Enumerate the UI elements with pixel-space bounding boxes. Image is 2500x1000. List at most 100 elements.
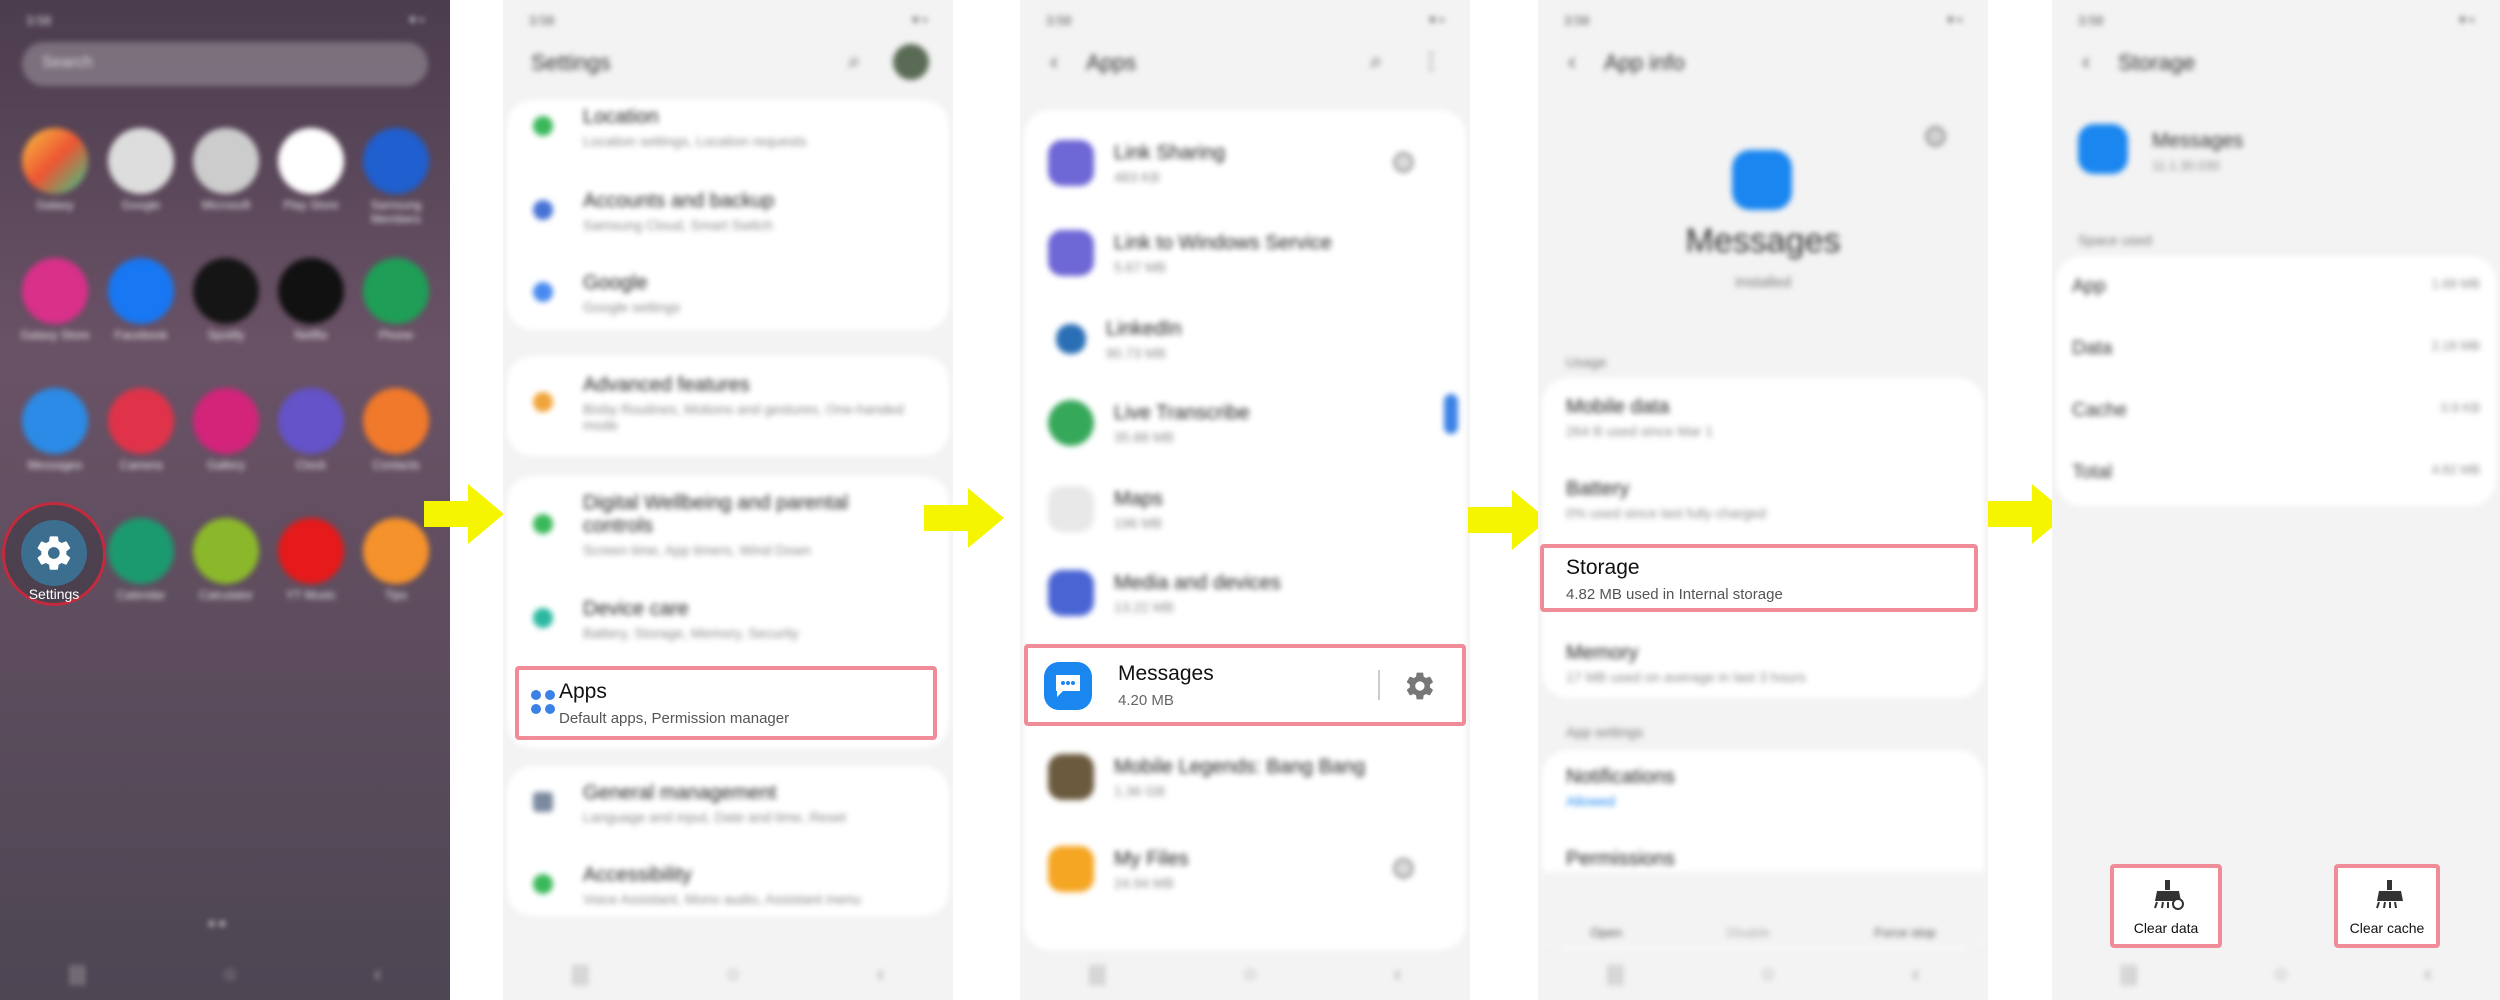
section-app-settings: App settings [1566,724,1644,740]
gear-icon[interactable] [1404,670,1436,702]
search-icon[interactable]: ⌕ [1370,48,1382,74]
app-item-live-transcribe[interactable]: Live Transcribe 35.88 MB [1020,400,1470,446]
row-label: Data [2072,338,2113,359]
clear-data-button[interactable]: Clear data [2110,864,2222,948]
app-google[interactable] [108,128,174,194]
home-icon[interactable]: ○ [1243,961,1256,987]
back-arrow-icon[interactable]: ‹ [1568,48,1576,76]
recents-icon[interactable]: ||| [2120,961,2137,987]
apps-screen: 3:58 ▾ ▪ ‹ Apps ⌕ ⋮ Link Sharing 483 KB ⚙ L… [1020,0,1470,1000]
settings-item-advanced[interactable]: Advanced features Bixby Routines, Motions… [503,374,953,433]
page-title: Apps [1086,50,1137,75]
app-play-store[interactable] [278,128,344,194]
back-icon[interactable]: ‹ [1394,961,1401,987]
item-label: Media and devices [1114,571,1281,594]
app-label: Google [121,198,161,212]
home-icon[interactable]: ○ [2274,961,2287,987]
app-phone[interactable] [363,258,429,324]
recents-icon[interactable]: ||| [1607,961,1624,987]
app-galaxy[interactable] [22,128,88,194]
app-contacts[interactable] [363,388,429,454]
link-sharing-icon [1048,140,1094,186]
permissions-item[interactable]: Permissions [1538,848,1988,871]
item-sub: Samsung Cloud, Smart Switch [583,217,773,233]
home-icon[interactable]: ○ [1761,961,1774,987]
search-icon[interactable]: ⌕ [848,48,860,74]
settings-item-accessibility[interactable]: Accessibility Voice Assistant, Mono audio… [503,864,953,907]
app-yt-music[interactable] [278,518,344,584]
settings-item-wellbeing[interactable]: Digital Wellbeing and parental controls S… [503,492,953,558]
more-icon[interactable]: ⋮ [1420,48,1442,74]
app-calculator[interactable] [193,518,259,584]
maps-icon [1048,486,1094,532]
app-facebook[interactable] [108,258,174,324]
memory-item[interactable]: Memory 17 MB used on average in last 3 ho… [1538,642,1988,685]
item-label: Digital Wellbeing and parental controls [583,492,849,537]
back-icon[interactable]: ‹ [374,961,381,987]
settings-gear-icon[interactable]: ⚙ [1922,120,1949,155]
battery-item[interactable]: Battery 0% used since last fully charged [1538,478,1988,521]
app-tips[interactable] [363,518,429,584]
force-stop-button[interactable]: Force stop [1874,925,1935,940]
recents-icon[interactable]: ||| [1089,961,1106,987]
app-camera[interactable] [108,388,174,454]
notifications-item[interactable]: Notifications Allowed [1538,766,1988,809]
app-galaxy-store[interactable] [22,258,88,324]
settings-item-google[interactable]: Google Google settings [503,272,953,315]
recents-icon[interactable]: ||| [69,961,86,987]
settings-item-device-care[interactable]: Device care Battery, Storage, Memory, Sec… [503,598,953,641]
settings-item-accounts[interactable]: Accounts and backup Samsung Cloud, Smart … [503,190,953,233]
settings-app-icon[interactable] [21,520,87,586]
row-label: Total [2072,462,2113,483]
messages-row-highlight[interactable]: Messages 4.20 MB [1024,644,1466,726]
messages-big-icon [1732,150,1792,210]
app-microsoft[interactable] [193,128,259,194]
item-label: Link to Windows Service [1114,231,1332,254]
page-dots: ● ● [208,916,226,930]
back-arrow-icon[interactable]: ‹ [1050,48,1058,76]
open-button[interactable]: Open [1590,925,1622,940]
item-sub: 35.88 MB [1114,428,1174,445]
avatar[interactable] [893,44,929,80]
back-arrow-icon[interactable]: ‹ [2082,48,2090,76]
app-gallery[interactable] [193,388,259,454]
back-icon[interactable]: ‹ [1912,961,1919,987]
app-messages[interactable] [22,388,88,454]
item-label: Accounts and backup [583,190,775,212]
app-item-linkedin[interactable]: LinkedIn 90.73 MB [1020,316,1470,362]
app-netflix[interactable] [278,258,344,324]
row-value: 0.9 KB [2440,400,2480,415]
app-item-link-windows[interactable]: Link to Windows Service 5.67 MB [1020,230,1470,276]
space-used-label: Space used [2078,232,2152,248]
scroll-indicator[interactable] [1444,394,1458,434]
app-item-my-files[interactable]: My Files 24.94 MB ⚙ [1020,846,1470,892]
apps-row-highlight[interactable]: Apps Default apps, Permission manager [515,666,937,740]
back-icon[interactable]: ‹ [2424,961,2431,987]
home-icon[interactable]: ○ [223,961,236,987]
home-icon[interactable]: ○ [726,961,739,987]
gear-icon[interactable]: ⚙ [1390,146,1417,181]
app-samsung-members[interactable] [363,128,429,194]
app-label: Samsung Members [370,198,422,226]
status-icons: ▾ ▪ [2459,12,2474,27]
storage-row-highlight[interactable]: Storage 4.82 MB used in Internal storage [1540,544,1978,612]
back-icon[interactable]: ‹ [877,961,884,987]
app-item-link-sharing[interactable]: Link Sharing 483 KB ⚙ [1020,140,1470,186]
row-label: Cache [2072,400,2127,421]
mobile-legends-icon [1048,754,1094,800]
mobile-data-item[interactable]: Mobile data 264 B used since Mar 1 [1538,396,1988,439]
search-bar[interactable]: Search [22,42,428,86]
disable-button[interactable]: Disable [1727,925,1770,940]
settings-item-location[interactable]: Location Location settings, Location requ… [503,106,953,149]
app-calendar[interactable] [108,518,174,584]
clear-cache-button[interactable]: Clear cache [2334,864,2440,948]
app-item-maps[interactable]: Maps 196 MB [1020,486,1470,532]
recents-icon[interactable]: ||| [572,961,589,987]
settings-item-general[interactable]: General management Language and input, Da… [503,782,953,825]
gear-icon[interactable]: ⚙ [1390,852,1417,887]
app-item-media-devices[interactable]: Media and devices 13.22 MB [1020,570,1470,616]
app-spotify[interactable] [193,258,259,324]
section-usage: Usage [1566,354,1607,370]
app-clock[interactable] [278,388,344,454]
app-item-mobile-legends[interactable]: Mobile Legends: Bang Bang 1.36 GB [1020,754,1470,800]
